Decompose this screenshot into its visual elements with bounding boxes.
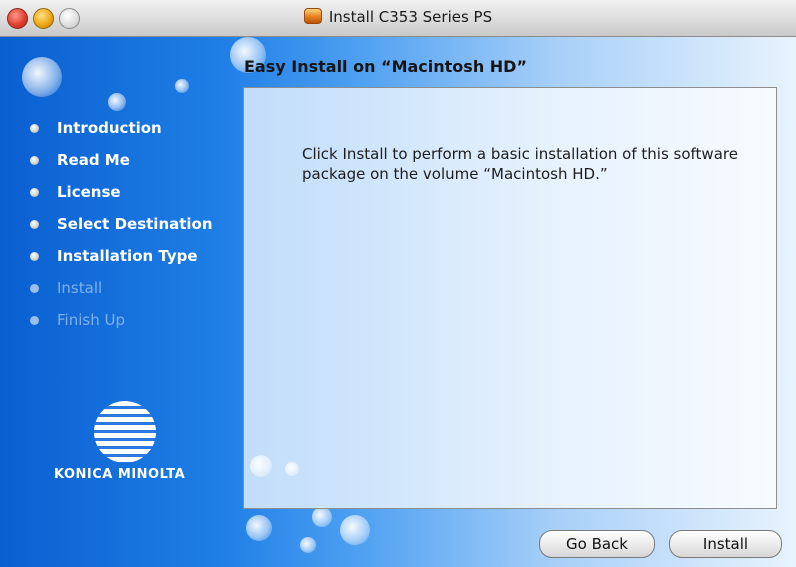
title-bar[interactable]: Install C353 Series PS (0, 0, 796, 37)
installer-content: Easy Install on “Macintosh HD” Click Ins… (0, 37, 796, 567)
step-installation-type: Installation Type (30, 245, 213, 277)
decorative-bubble (300, 537, 316, 553)
step-install: Install (30, 277, 213, 309)
step-bullet-icon (30, 124, 39, 133)
install-button[interactable]: Install (669, 530, 782, 558)
step-introduction: Introduction (30, 117, 213, 149)
package-icon (303, 8, 322, 24)
step-label: Read Me (57, 151, 130, 169)
decorative-bubble (22, 57, 62, 97)
installer-window: Install C353 Series PS Easy Install on “… (0, 0, 796, 567)
decorative-bubble (312, 507, 332, 527)
step-bullet-icon (30, 156, 39, 165)
step-license: License (30, 181, 213, 213)
step-label: License (57, 183, 121, 201)
step-label: Installation Type (57, 247, 198, 265)
window-title: Install C353 Series PS (328, 8, 493, 26)
step-read-me: Read Me (30, 149, 213, 181)
step-bullet-icon (30, 316, 39, 325)
brand-name: KONICA MINOLTA (54, 467, 186, 482)
step-label: Install (57, 279, 103, 297)
step-label: Select Destination (57, 215, 213, 233)
step-label: Finish Up (57, 311, 125, 329)
step-label: Introduction (57, 119, 162, 137)
step-bullet-icon (30, 252, 39, 261)
decorative-bubble (108, 93, 126, 111)
decorative-bubble (175, 79, 189, 93)
window-title-group: Install C353 Series PS (0, 8, 796, 26)
step-select-destination: Select Destination (30, 213, 213, 245)
install-description: Click Install to perform a basic install… (302, 145, 738, 183)
step-bullet-icon (30, 220, 39, 229)
content-panel: Click Install to perform a basic install… (243, 87, 777, 509)
step-bullet-icon (30, 284, 39, 293)
steps-sidebar: Introduction Read Me License Select Dest… (30, 117, 213, 341)
page-heading: Easy Install on “Macintosh HD” (244, 57, 527, 76)
step-bullet-icon (30, 188, 39, 197)
decorative-bubble (340, 515, 370, 545)
konica-minolta-logo-icon (94, 401, 156, 463)
decorative-bubble (246, 515, 272, 541)
go-back-button[interactable]: Go Back (539, 530, 655, 558)
step-finish-up: Finish Up (30, 309, 213, 341)
